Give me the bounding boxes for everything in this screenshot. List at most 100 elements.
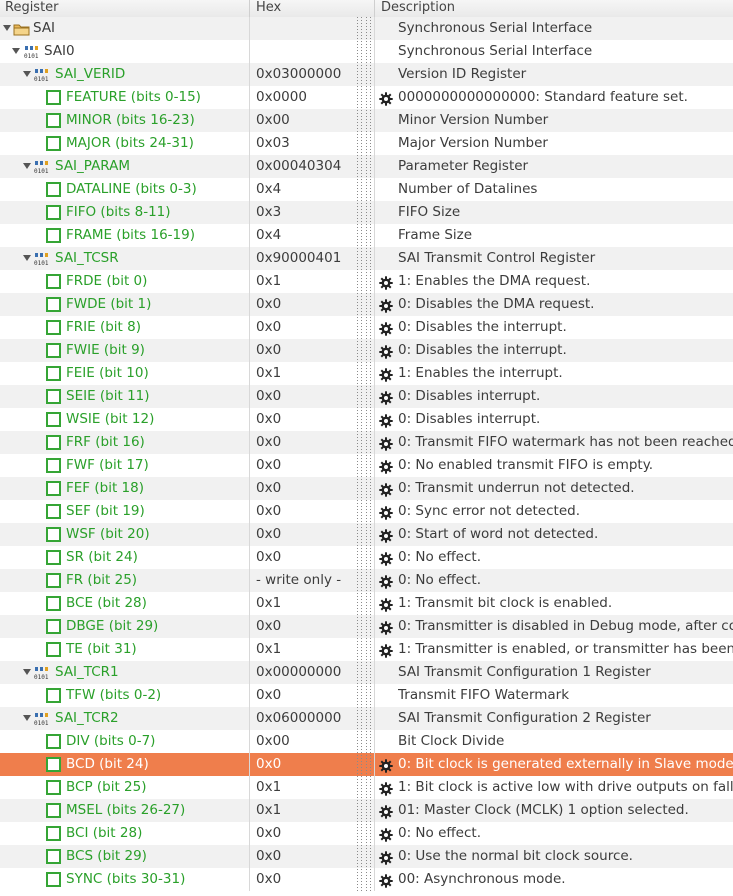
hex-value[interactable]: 0x0 bbox=[256, 684, 366, 707]
header-divider[interactable] bbox=[249, 0, 250, 17]
svg-text:0101: 0101 bbox=[34, 168, 49, 174]
register-icon: 0101 bbox=[34, 665, 50, 684]
hex-value[interactable]: 0x1 bbox=[256, 592, 366, 615]
register-name: SAI_TCR2 bbox=[55, 710, 119, 726]
expand-arrow-icon[interactable] bbox=[23, 255, 31, 261]
gear-icon[interactable] bbox=[379, 551, 393, 566]
hex-value[interactable]: - write only - bbox=[256, 569, 366, 592]
register-icon: 0101 bbox=[34, 159, 50, 178]
header-hex[interactable]: Hex bbox=[256, 0, 281, 17]
gear-icon[interactable] bbox=[379, 275, 393, 290]
hex-value[interactable]: 0x0 bbox=[256, 454, 366, 477]
register-cell: DATALINE (bits 0-3) bbox=[0, 178, 248, 201]
gear-icon[interactable] bbox=[379, 873, 393, 888]
svg-text:0101: 0101 bbox=[34, 76, 49, 82]
description: 0: Transmit underrun not detected. bbox=[398, 480, 635, 496]
expand-arrow-icon[interactable] bbox=[3, 25, 11, 31]
gear-icon[interactable] bbox=[379, 459, 393, 474]
gear-icon[interactable] bbox=[379, 436, 393, 451]
gear-icon[interactable] bbox=[379, 321, 393, 336]
hex-value[interactable]: 0x0 bbox=[256, 822, 366, 845]
gear-icon[interactable] bbox=[379, 344, 393, 359]
gear-icon[interactable] bbox=[379, 505, 393, 520]
hex-value[interactable]: 0x0 bbox=[256, 293, 366, 316]
register-name: WSF (bit 20) bbox=[66, 526, 150, 542]
gear-icon[interactable] bbox=[379, 367, 393, 382]
column-splitter-grip[interactable] bbox=[357, 17, 358, 891]
gear-icon[interactable] bbox=[379, 482, 393, 497]
hex-value[interactable]: 0x1 bbox=[256, 362, 366, 385]
hex-value[interactable]: 0x1 bbox=[256, 270, 366, 293]
hex-value[interactable]: 0x0 bbox=[256, 615, 366, 638]
description: Number of Datalines bbox=[398, 181, 538, 197]
hex-value[interactable]: 0x0 bbox=[256, 385, 366, 408]
gear-icon[interactable] bbox=[379, 574, 393, 589]
hex-value[interactable]: 0x0 bbox=[256, 408, 366, 431]
hex-value[interactable]: 0x90000401 bbox=[256, 247, 366, 270]
gear-icon[interactable] bbox=[379, 827, 393, 842]
hex-value[interactable]: 0x0000 bbox=[256, 86, 366, 109]
hex-value[interactable]: 0x00 bbox=[256, 730, 366, 753]
hex-value[interactable]: 0x0 bbox=[256, 431, 366, 454]
gear-icon[interactable] bbox=[379, 781, 393, 796]
gear-icon[interactable] bbox=[379, 804, 393, 819]
gear-icon[interactable] bbox=[379, 620, 393, 635]
expand-arrow-icon[interactable] bbox=[23, 71, 31, 77]
hex-value[interactable]: 0x0 bbox=[256, 500, 366, 523]
hex-value[interactable]: 0x03 bbox=[256, 132, 366, 155]
hex-value[interactable]: 0x00040304 bbox=[256, 155, 366, 178]
header-register[interactable]: Register bbox=[5, 0, 59, 17]
gear-icon[interactable] bbox=[379, 643, 393, 658]
field-icon bbox=[46, 182, 61, 197]
gear-icon[interactable] bbox=[379, 528, 393, 543]
gear-icon[interactable] bbox=[379, 850, 393, 865]
expand-arrow-icon[interactable] bbox=[23, 669, 31, 675]
register-name: SYNC (bits 30-31) bbox=[66, 871, 186, 887]
gear-icon[interactable] bbox=[379, 413, 393, 428]
hex-value[interactable]: 0x00000000 bbox=[256, 661, 366, 684]
hex-value[interactable]: 0x0 bbox=[256, 753, 366, 776]
hex-value[interactable]: 0x4 bbox=[256, 224, 366, 247]
hex-value[interactable]: 0x0 bbox=[256, 523, 366, 546]
hex-value[interactable]: 0x00 bbox=[256, 109, 366, 132]
column-splitter-grip[interactable] bbox=[361, 17, 362, 891]
description: 1: Enables the interrupt. bbox=[398, 365, 563, 381]
hex-value[interactable]: 0x06000000 bbox=[256, 707, 366, 730]
gear-icon[interactable] bbox=[379, 298, 393, 313]
expand-arrow-icon[interactable] bbox=[12, 48, 20, 54]
register-name: BCS (bit 29) bbox=[66, 848, 147, 864]
register-name: DBGE (bit 29) bbox=[66, 618, 159, 634]
register-name: DIV (bits 0-7) bbox=[66, 733, 156, 749]
header-divider[interactable] bbox=[374, 0, 375, 17]
expand-arrow-icon[interactable] bbox=[23, 163, 31, 169]
field-icon bbox=[46, 205, 61, 220]
register-cell: FIFO (bits 8-11) bbox=[0, 201, 248, 224]
register-cell: BCP (bit 25) bbox=[0, 776, 248, 799]
description: 1: Transmitter is enabled, or transmitte… bbox=[398, 641, 733, 657]
gear-icon[interactable] bbox=[379, 597, 393, 612]
hex-value[interactable]: 0x1 bbox=[256, 799, 366, 822]
hex-value[interactable]: 0x4 bbox=[256, 178, 366, 201]
gear-icon[interactable] bbox=[379, 390, 393, 405]
column-splitter-grip[interactable] bbox=[370, 17, 371, 891]
column-splitter-grip[interactable] bbox=[366, 17, 367, 891]
header-description[interactable]: Description bbox=[381, 0, 455, 17]
hex-value[interactable]: 0x1 bbox=[256, 776, 366, 799]
hex-value[interactable]: 0x0 bbox=[256, 339, 366, 362]
hex-value[interactable]: 0x0 bbox=[256, 477, 366, 500]
hex-value[interactable]: 0x03000000 bbox=[256, 63, 366, 86]
expand-arrow-icon[interactable] bbox=[23, 715, 31, 721]
register-cell: BCD (bit 24) bbox=[0, 753, 248, 776]
register-cell: FRF (bit 16) bbox=[0, 431, 248, 454]
description: 0: Sync error not detected. bbox=[398, 503, 580, 519]
gear-icon[interactable] bbox=[379, 91, 393, 106]
hex-value[interactable]: 0x1 bbox=[256, 638, 366, 661]
field-icon bbox=[46, 389, 61, 404]
gear-icon[interactable] bbox=[379, 758, 393, 773]
hex-value[interactable]: 0x0 bbox=[256, 316, 366, 339]
hex-value[interactable]: 0x0 bbox=[256, 868, 366, 891]
hex-value[interactable]: 0x3 bbox=[256, 201, 366, 224]
hex-value[interactable]: 0x0 bbox=[256, 546, 366, 569]
hex-value[interactable]: 0x0 bbox=[256, 845, 366, 868]
field-icon bbox=[46, 228, 61, 243]
